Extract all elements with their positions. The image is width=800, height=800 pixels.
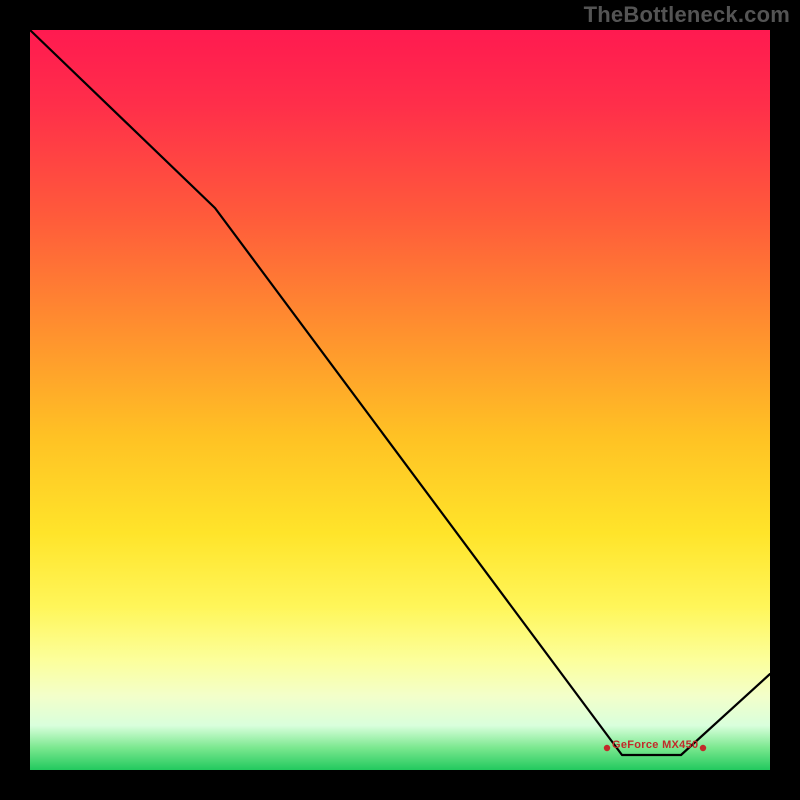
- annotation-label: GeForce MX450: [612, 739, 698, 751]
- chart-frame: TheBottleneck.com GeForce MX450: [0, 0, 800, 800]
- annotation-marker-right: [700, 745, 706, 751]
- plot-area: GeForce MX450: [30, 30, 770, 770]
- bottleneck-curve: [30, 30, 770, 755]
- annotation-marker-left: [604, 745, 610, 751]
- watermark-text: TheBottleneck.com: [584, 2, 790, 28]
- chart-svg: [30, 30, 770, 770]
